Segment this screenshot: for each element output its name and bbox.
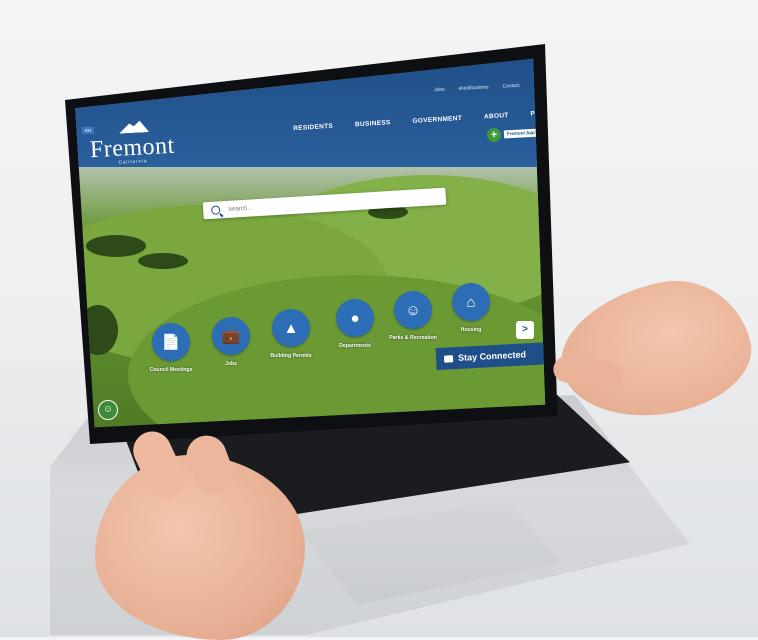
photo-scene: Jobs eNotifications Contact EN Fremont C…	[0, 0, 758, 640]
quick-link-housing[interactable]: ⌂ Housing	[446, 283, 496, 334]
briefcase-icon: 💼	[212, 317, 250, 355]
carousel-next-button[interactable]: >	[516, 321, 534, 339]
quick-links: 📄 Council Meetings 💼 Jobs ▲ Building Per…	[75, 59, 545, 428]
quick-link-parks-recreation[interactable]: ☺ Parks & Recreation	[388, 291, 438, 342]
stamp-icon: ▲	[272, 309, 310, 347]
house-icon: ⌂	[452, 283, 490, 321]
stay-connected-label: Stay Connected	[457, 349, 527, 363]
quick-link-label: Departments	[339, 343, 371, 349]
quick-link-jobs[interactable]: 💼 Jobs	[206, 317, 256, 368]
org-chart-icon: ●	[336, 299, 374, 337]
quick-link-building-permits[interactable]: ▲ Building Permits	[266, 309, 316, 360]
quick-link-label: Building Permits	[270, 353, 312, 359]
quick-link-label: Council Meetings	[149, 367, 193, 373]
quick-link-council-meetings[interactable]: 📄 Council Meetings	[146, 323, 196, 374]
chat-icon	[443, 354, 454, 363]
accessibility-icon[interactable]: ☺	[98, 400, 118, 420]
quick-link-label: Housing	[460, 327, 482, 333]
family-icon: ☺	[394, 291, 432, 329]
quick-link-label: Jobs	[224, 361, 238, 367]
laptop-screen: Jobs eNotifications Contact EN Fremont C…	[75, 58, 546, 428]
quick-link-label: Parks & Recreation	[389, 335, 437, 341]
quick-link-departments[interactable]: ● Departments	[330, 299, 380, 350]
document-icon: 📄	[152, 323, 190, 361]
